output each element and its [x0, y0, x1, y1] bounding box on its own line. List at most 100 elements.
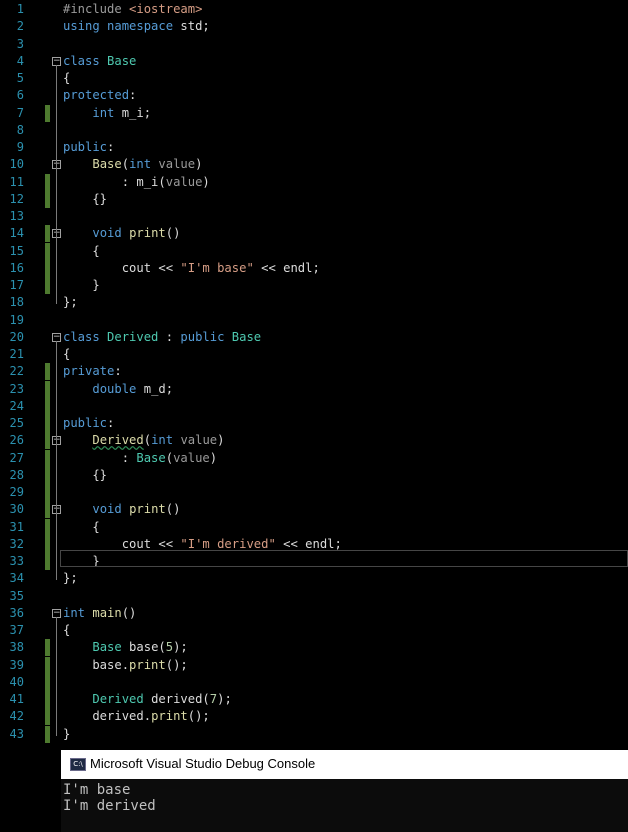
line-number: 31 — [9, 519, 24, 534]
line-number: 36 — [9, 605, 24, 620]
code-text[interactable]: base.print(); — [63, 657, 187, 674]
code-line[interactable]: 19 — [0, 312, 628, 329]
code-text[interactable]: } — [63, 726, 70, 743]
code-line[interactable]: 12 {} — [0, 190, 628, 208]
code-line[interactable]: 18}; — [0, 294, 628, 311]
code-text[interactable]: { — [63, 70, 70, 87]
code-line[interactable]: 41 Derived derived(7); — [0, 691, 628, 708]
line-number: 4 — [16, 53, 24, 68]
code-text[interactable]: { — [63, 519, 99, 536]
code-text[interactable]: void print() — [63, 225, 180, 242]
code-line[interactable]: 11 : m_i(value) — [0, 173, 628, 191]
current-line-highlight — [60, 550, 628, 567]
code-line[interactable]: 4− class Base — [0, 53, 628, 70]
code-line[interactable]: 26− Derived(int value) — [0, 432, 628, 450]
code-line[interactable]: 22 private: — [0, 363, 628, 381]
code-line[interactable]: 16 cout << "I'm base" << endl; — [0, 259, 628, 277]
code-line[interactable]: 43} — [0, 725, 628, 743]
code-text[interactable]: int main() — [63, 605, 136, 622]
code-text[interactable]: public: — [63, 415, 114, 432]
code-line[interactable]: 31 { — [0, 518, 628, 536]
change-indicator — [45, 104, 50, 122]
fold-outline — [56, 237, 57, 287]
code-text[interactable]: : Base(value) — [63, 450, 217, 467]
code-line[interactable]: 1 #include <iostream> — [0, 1, 628, 18]
code-text[interactable]: : m_i(value) — [63, 174, 210, 191]
console-title: Microsoft Visual Studio Debug Console — [90, 756, 316, 771]
line-number: 41 — [9, 692, 24, 706]
code-text[interactable]: } — [63, 277, 99, 294]
code-text[interactable]: Base(int value) — [63, 156, 202, 173]
code-text[interactable]: class Base — [63, 53, 136, 70]
line-number: 14 — [9, 226, 24, 241]
line-number: 19 — [9, 312, 24, 327]
code-text[interactable]: { — [63, 243, 99, 260]
code-line[interactable]: 38 Base base(5); — [0, 639, 628, 657]
console-cut-off-text — [63, 828, 623, 832]
code-line[interactable]: 24 — [0, 397, 628, 415]
code-line[interactable]: 13 — [0, 208, 628, 225]
change-indicator — [45, 432, 50, 450]
code-line[interactable]: 42 derived.print(); — [0, 708, 628, 726]
code-text[interactable]: Base base(5); — [63, 639, 187, 656]
change-indicator — [45, 277, 50, 294]
code-line[interactable]: 21 { — [0, 346, 628, 363]
change-indicator — [45, 708, 50, 726]
code-text[interactable]: { — [63, 622, 70, 639]
code-text[interactable]: {} — [63, 191, 107, 208]
code-line[interactable]: 27 : Base(value) — [0, 449, 628, 467]
code-line[interactable]: 2 using namespace std; — [0, 18, 628, 35]
code-text[interactable]: Derived derived(7); — [63, 691, 231, 708]
code-line[interactable]: 14− void print() — [0, 225, 628, 243]
change-indicator — [45, 691, 50, 708]
code-line[interactable]: 7 int m_i; — [0, 104, 628, 122]
code-text[interactable]: double m_d; — [63, 381, 173, 398]
code-text[interactable]: Derived(int value) — [63, 432, 224, 449]
code-line[interactable]: 8 — [0, 122, 628, 139]
code-line[interactable]: 5{ — [0, 70, 628, 87]
code-text[interactable]: derived.print(); — [63, 708, 209, 725]
console-output-line: I'm base — [63, 782, 131, 798]
code-text[interactable]: cout << "I'm base" << endl; — [63, 260, 320, 277]
line-number: 18 — [9, 295, 24, 310]
code-text[interactable]: { — [63, 346, 70, 363]
change-indicator — [45, 553, 50, 570]
code-line[interactable]: 39 base.print(); — [0, 656, 628, 674]
code-text[interactable]: class Derived : public Base — [63, 329, 261, 346]
line-number: 23 — [9, 381, 24, 396]
code-text[interactable]: {} — [63, 467, 107, 484]
code-line[interactable]: 17 } — [0, 277, 628, 294]
code-text[interactable]: private: — [63, 363, 122, 380]
code-line[interactable]: 10− Base(int value) — [0, 156, 628, 173]
change-indicator — [45, 380, 50, 398]
code-line[interactable]: 25 public: — [0, 415, 628, 432]
code-line[interactable]: 34}; — [0, 570, 628, 587]
code-line[interactable]: 29 — [0, 484, 628, 501]
code-line[interactable]: 37 { — [0, 622, 628, 639]
code-line[interactable]: 9 public: — [0, 139, 628, 156]
code-text[interactable]: #include <iostream> — [63, 1, 202, 18]
change-indicator — [45, 466, 50, 484]
code-text[interactable]: void print() — [63, 501, 180, 518]
code-text[interactable]: protected: — [63, 87, 136, 104]
code-text[interactable]: using namespace std; — [63, 18, 210, 35]
code-line[interactable]: 36− int main() — [0, 605, 628, 622]
code-line[interactable]: 23 double m_d; — [0, 380, 628, 398]
code-text[interactable]: }; — [63, 294, 78, 311]
debug-console-window[interactable]: C:\ Microsoft Visual Studio Debug Consol… — [61, 750, 628, 832]
console-title-bar[interactable]: C:\ Microsoft Visual Studio Debug Consol… — [61, 750, 628, 779]
code-line[interactable]: 3 — [0, 36, 628, 53]
code-editor[interactable]: 1 #include <iostream> 2 using namespace std… — [0, 0, 628, 748]
code-text[interactable]: }; — [63, 570, 78, 587]
code-text[interactable]: public: — [63, 139, 114, 156]
code-line[interactable]: 40 — [0, 673, 628, 691]
code-line[interactable]: 28 {} — [0, 466, 628, 484]
code-line[interactable]: 30− void print() — [0, 501, 628, 519]
code-line[interactable]: 35 — [0, 588, 628, 605]
code-line[interactable]: 6 protected: — [0, 87, 628, 104]
line-number: 7 — [16, 105, 24, 120]
code-line[interactable]: 20− class Derived : public Base — [0, 329, 628, 346]
change-indicator — [45, 535, 50, 553]
code-line[interactable]: 15 { — [0, 242, 628, 260]
code-text[interactable]: int m_i; — [63, 105, 151, 122]
